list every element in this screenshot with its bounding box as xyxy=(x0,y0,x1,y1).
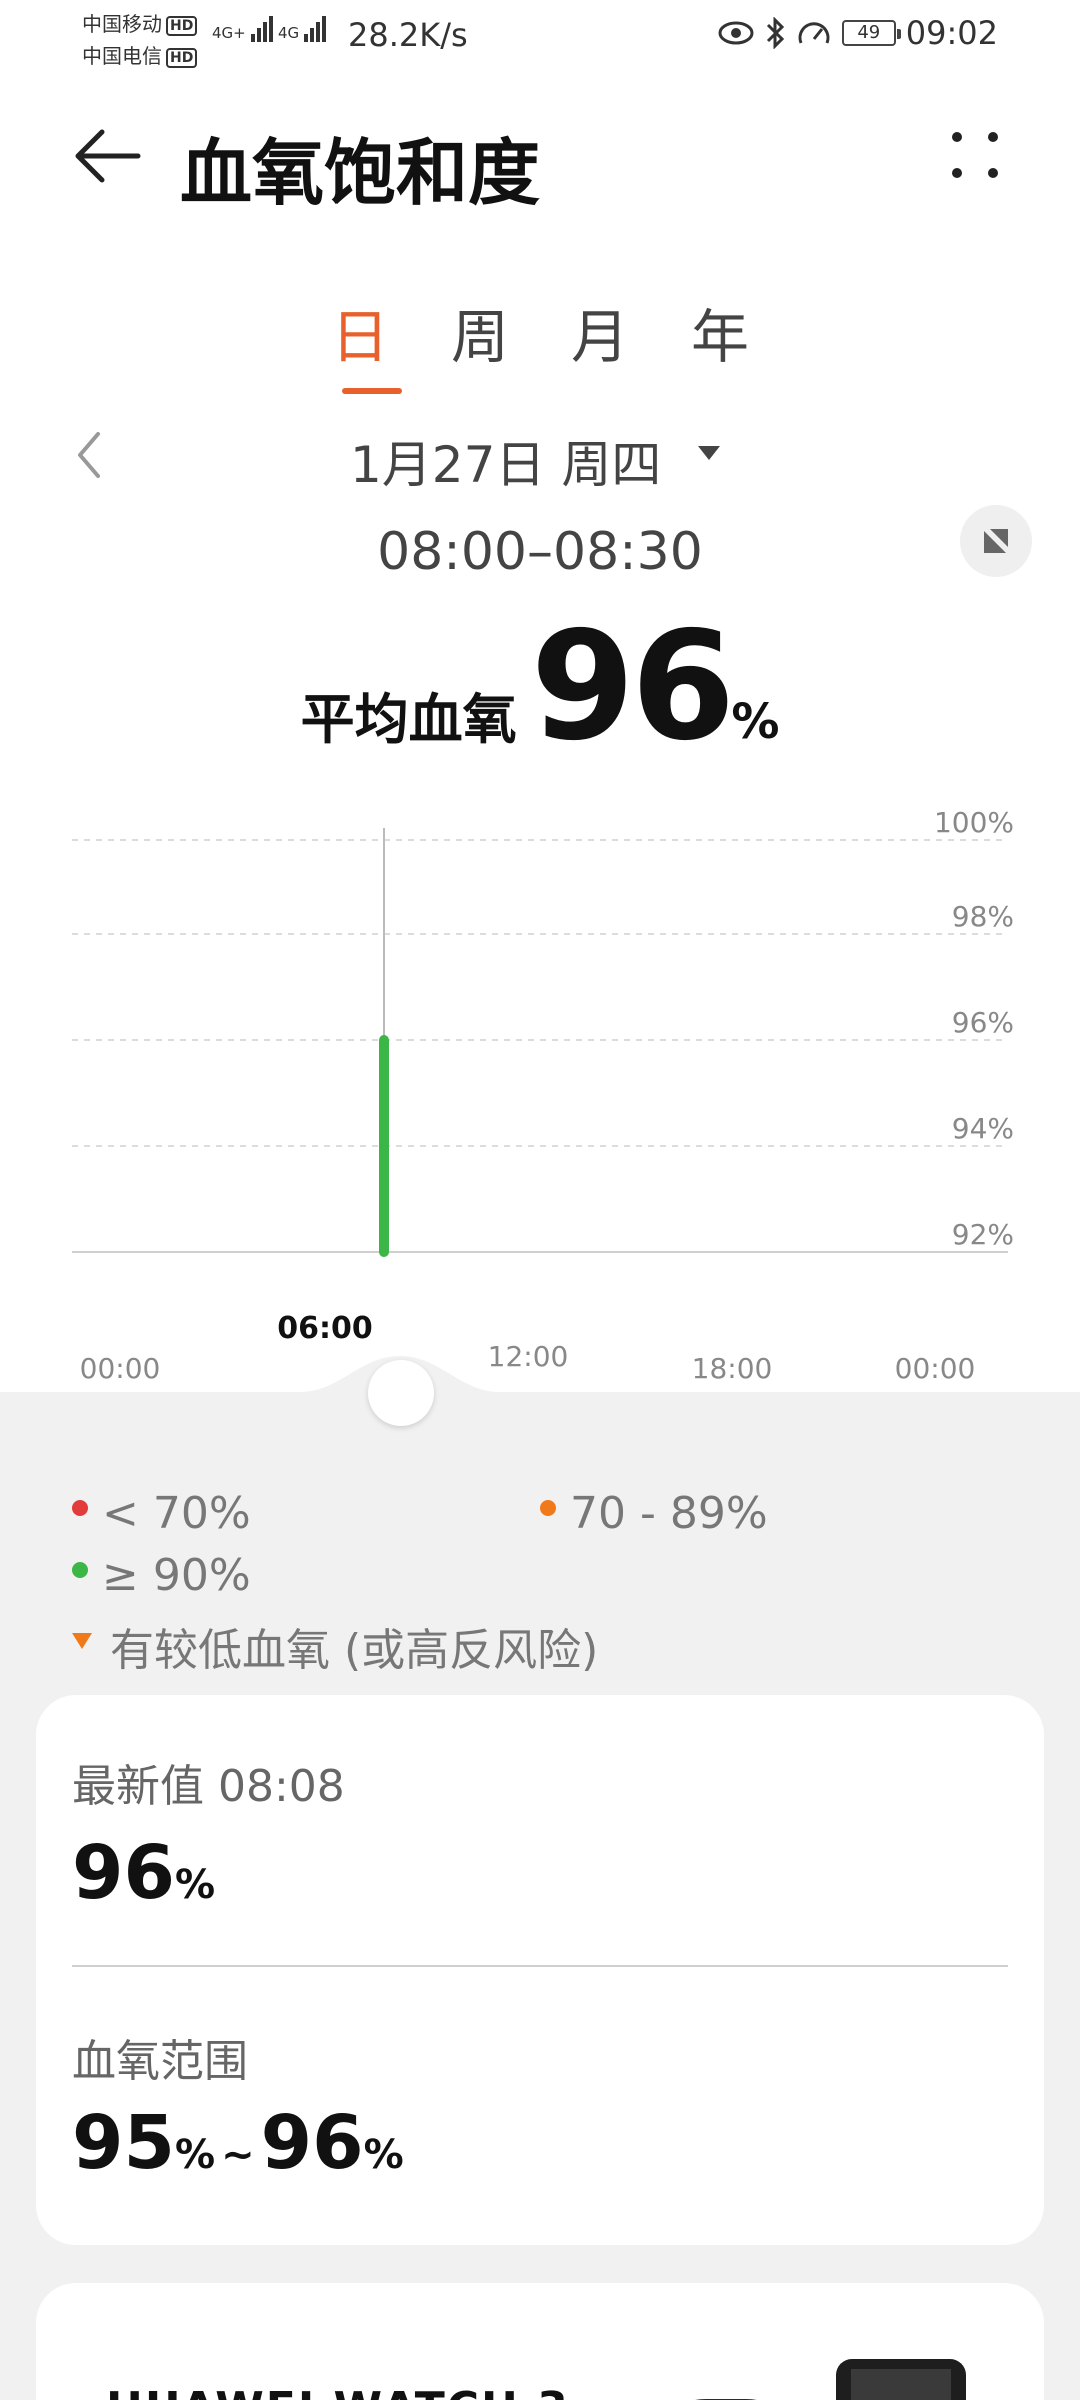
legend-mid: 70 - 89% xyxy=(540,1488,768,1539)
selected-time-range: 08:00–08:30 xyxy=(377,522,703,582)
clock: 09:02 xyxy=(905,14,998,52)
green-dot-icon xyxy=(72,1562,88,1578)
status-bar: 中国移动 HD 中国电信 HD 4G+ 4G 28.2K/s 49 09:02 xyxy=(0,0,1080,72)
warning-triangle-icon xyxy=(72,1633,92,1649)
period-tabs: 日 周 月 年 xyxy=(300,290,780,394)
app-header: 血氧饱和度 xyxy=(0,100,1080,220)
signal-icon-1: 4G+ xyxy=(212,16,275,42)
network-type-1: 4G+ xyxy=(212,24,246,42)
legend-low: < 70% xyxy=(72,1488,251,1539)
time-slider-handle[interactable] xyxy=(368,1360,434,1426)
network-type-2: 4G xyxy=(278,24,300,42)
page-title: 血氧饱和度 xyxy=(180,131,541,215)
orange-dot-icon xyxy=(540,1500,556,1516)
signal-icon-2: 4G xyxy=(278,16,328,42)
red-dot-icon xyxy=(72,1500,88,1516)
bluetooth-icon xyxy=(766,17,784,49)
y-tick-label: 96% xyxy=(952,1006,1014,1039)
tab-day[interactable]: 日 xyxy=(300,290,420,394)
spo2-summary-card: 最新值 08:08 96% 血氧范围 95% ~96% xyxy=(36,1695,1044,2245)
average-spo2: 平均血氧96% xyxy=(0,600,1080,774)
y-tick-label: 100% xyxy=(934,806,1014,839)
eye-icon xyxy=(718,21,754,45)
y-tick-label: 94% xyxy=(952,1112,1014,1145)
average-unit: % xyxy=(731,694,780,750)
spo2-chart[interactable]: 92%94%96%98%100%00:0006:0012:00 18:00 00:0… xyxy=(0,790,1080,1390)
y-tick-label: 92% xyxy=(952,1218,1014,1251)
hd-badge-2: HD xyxy=(166,47,198,68)
legend-warning: 有较低血氧 (或高反风险) xyxy=(72,1614,598,1678)
network-speed: 28.2K/s xyxy=(348,16,468,54)
back-arrow-icon[interactable] xyxy=(72,126,142,186)
range-value: 95% ~96% xyxy=(72,2100,404,2186)
caret-down-icon[interactable] xyxy=(698,446,720,460)
average-value: 96 xyxy=(530,600,736,774)
carrier-info: 中国移动 HD 中国电信 HD xyxy=(82,8,198,72)
battery-icon: 49 xyxy=(841,20,901,46)
carrier-2: 中国电信 xyxy=(82,44,162,68)
speedometer-icon xyxy=(798,22,830,44)
latest-value: 96% xyxy=(72,1830,216,1916)
average-label: 平均血氧 xyxy=(300,688,517,751)
fullscreen-icon[interactable] xyxy=(960,505,1032,577)
more-options-icon[interactable] xyxy=(948,128,1004,184)
hd-badge-1: HD xyxy=(166,15,198,36)
legend-high: ≥ 90% xyxy=(72,1550,251,1601)
carrier-1: 中国移动 xyxy=(82,12,162,36)
previous-day-icon[interactable] xyxy=(72,430,112,480)
watch-image xyxy=(695,2359,966,2400)
promo-card[interactable]: HUAWEI WATCH 3 xyxy=(36,2283,1044,2400)
y-tick-label: 98% xyxy=(952,900,1014,933)
range-label: 血氧范围 xyxy=(72,2036,248,2087)
promo-text: HUAWEI WATCH 3 xyxy=(106,2383,570,2400)
latest-value-label: 最新值 08:08 xyxy=(72,1761,345,1812)
tab-week[interactable]: 周 xyxy=(420,290,540,380)
date-selector[interactable]: 1月27日 周四 xyxy=(350,425,661,497)
slider-track xyxy=(0,1356,1080,1450)
tab-month[interactable]: 月 xyxy=(540,290,660,380)
tab-year[interactable]: 年 xyxy=(660,290,780,380)
divider xyxy=(72,1965,1008,1967)
